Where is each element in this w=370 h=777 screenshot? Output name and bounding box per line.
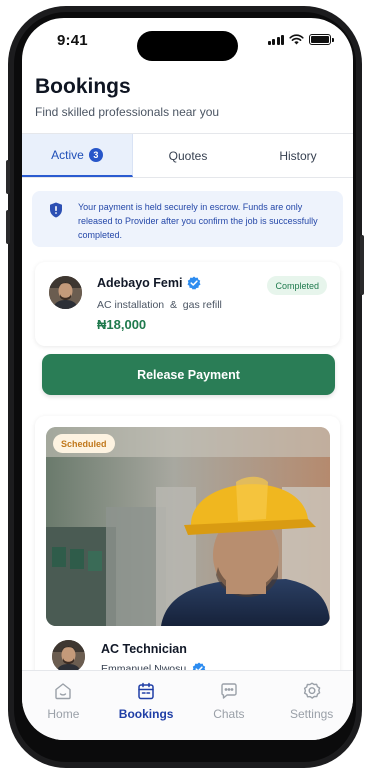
avatar <box>49 276 82 309</box>
nav-bookings[interactable]: Bookings <box>105 671 188 740</box>
tab-label: Quotes <box>168 148 208 163</box>
status-icons <box>267 34 334 45</box>
dynamic-island <box>137 31 238 61</box>
volume-button <box>6 160 10 194</box>
nav-label: Chats <box>213 707 245 721</box>
escrow-message: Your payment is held securely in escrow.… <box>78 202 318 240</box>
nav-settings[interactable]: Settings <box>270 671 353 740</box>
nav-home[interactable]: Home <box>22 671 105 740</box>
booking-card[interactable]: Adebayo Femi AC installation & gas refil… <box>35 262 340 346</box>
verified-badge-icon <box>187 276 201 290</box>
escrow-notice: Your payment is held securely in escrow.… <box>32 191 343 247</box>
signal-icon <box>267 34 284 45</box>
status-bar: 9:41 <box>22 18 353 62</box>
technician-photo: Scheduled <box>46 427 330 626</box>
tab-active[interactable]: Active 3 <box>22 134 133 177</box>
home-icon <box>55 683 72 700</box>
chat-icon <box>221 683 237 699</box>
wifi-icon <box>289 34 304 45</box>
nav-label: Bookings <box>118 707 174 721</box>
status-badge: Completed <box>267 276 327 295</box>
scheduled-badge: Scheduled <box>53 434 115 453</box>
job-title: AC Technician <box>101 642 187 656</box>
calendar-icon <box>138 682 154 700</box>
power-button <box>360 235 364 295</box>
nav-label: Home <box>47 707 80 721</box>
tab-quotes[interactable]: Quotes <box>133 134 243 177</box>
tab-label: Active <box>51 147 84 162</box>
gear-icon <box>303 682 320 699</box>
app-screen: 9:41 Bookings Find skilled professionals… <box>22 18 353 740</box>
tab-count-badge: 3 <box>88 147 103 162</box>
nav-label: Settings <box>289 707 334 721</box>
service-description: AC installation & gas refill <box>97 299 222 311</box>
release-payment-button[interactable]: Release Payment <box>42 354 335 395</box>
page-title: Bookings <box>35 75 131 98</box>
scheduled-booking-card[interactable]: Scheduled AC Technician Emmanuel Nwosu <box>35 416 340 706</box>
shield-icon <box>50 202 62 218</box>
battery-icon <box>309 34 334 45</box>
bottom-navigation: Home Bookings Chats Settings <box>22 670 353 740</box>
booking-price: ₦18,000 <box>97 317 147 332</box>
volume-button <box>6 210 10 244</box>
avatar <box>52 640 85 673</box>
tab-history[interactable]: History <box>243 134 353 177</box>
provider-name: Adebayo Femi <box>97 276 201 290</box>
page-subtitle: Find skilled professionals near you <box>35 105 220 119</box>
nav-chats[interactable]: Chats <box>188 671 271 740</box>
booking-tabs: Active 3 Quotes History <box>22 133 353 178</box>
provider-name-text: Adebayo Femi <box>97 276 183 290</box>
tab-label: History <box>279 148 317 163</box>
status-time: 9:41 <box>57 32 88 49</box>
